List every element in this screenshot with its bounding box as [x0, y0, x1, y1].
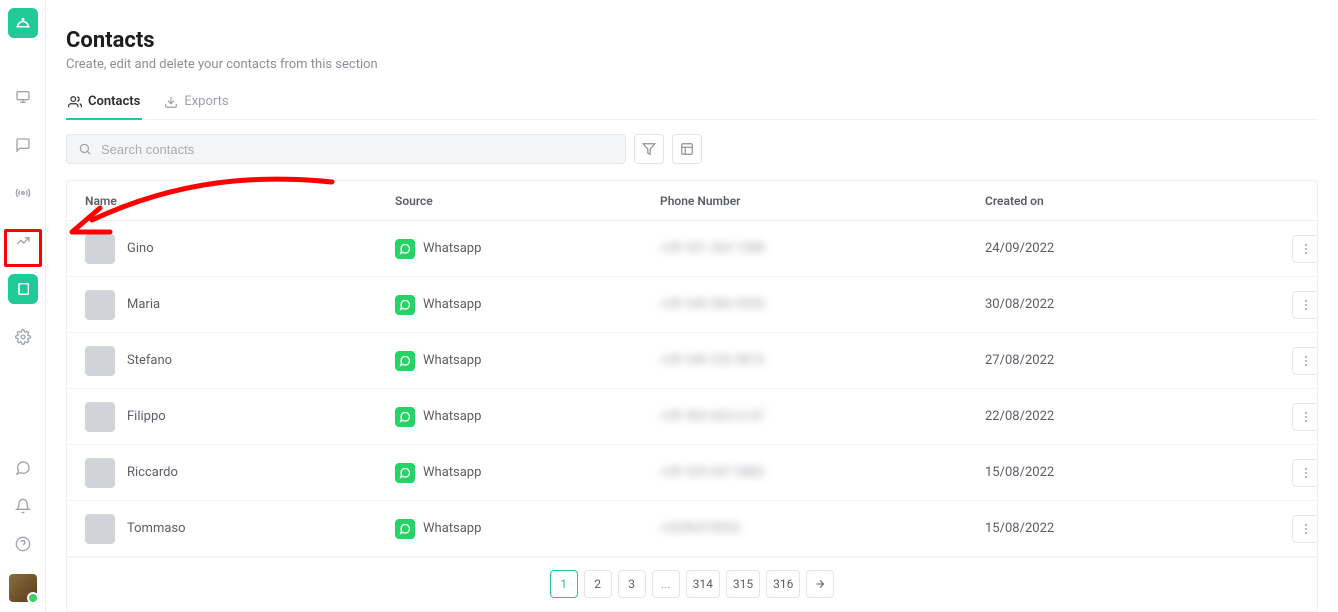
avatar	[85, 346, 115, 376]
table-row[interactable]: Gino Whatsapp +39 331 365 138824/09/2022	[67, 221, 1317, 277]
row-menu-button[interactable]	[1292, 515, 1317, 543]
gear-icon	[15, 329, 31, 345]
col-phone: Phone Number	[660, 194, 985, 208]
source-label: Whatsapp	[423, 465, 481, 480]
created-date: 24/09/2022	[985, 241, 1275, 256]
row-menu-button[interactable]	[1292, 459, 1317, 487]
page-2[interactable]: 2	[584, 570, 612, 598]
nav-notifications[interactable]	[15, 498, 31, 518]
contacts-table: Name Source Phone Number Created on Gino…	[66, 180, 1318, 612]
row-menu-button[interactable]	[1292, 291, 1317, 319]
page-3[interactable]: 3	[618, 570, 646, 598]
phone-number: +39 369 663 6147	[660, 409, 985, 424]
page-314[interactable]: 314	[686, 570, 720, 598]
avatar	[85, 290, 115, 320]
page-title: Contacts	[66, 28, 1318, 53]
source-label: Whatsapp	[423, 297, 481, 312]
contact-name: Riccardo	[127, 465, 178, 480]
search-icon	[78, 142, 92, 156]
nav-chat[interactable]	[8, 130, 38, 160]
created-date: 27/08/2022	[985, 353, 1275, 368]
phone-number: +39 345 586 9555	[660, 297, 985, 312]
nav-whatsapp[interactable]	[15, 460, 31, 480]
tab-exports[interactable]: Exports	[162, 88, 230, 119]
whatsapp-badge	[395, 519, 415, 539]
row-menu-button[interactable]	[1292, 235, 1317, 263]
col-created: Created on	[985, 194, 1275, 208]
contact-name: Maria	[127, 297, 160, 312]
col-name: Name	[85, 194, 395, 208]
table-row[interactable]: Tommaso Whatsapp +329697005215/08/2022	[67, 501, 1317, 557]
page-next[interactable]	[806, 570, 834, 598]
nav-monitor[interactable]	[8, 82, 38, 112]
created-date: 15/08/2022	[985, 465, 1275, 480]
nav-settings[interactable]	[8, 322, 38, 352]
phone-number: +39 331 365 1388	[660, 241, 985, 256]
row-menu-button[interactable]	[1292, 347, 1317, 375]
created-date: 15/08/2022	[985, 521, 1275, 536]
layout-icon	[680, 142, 694, 156]
page-1[interactable]: 1	[550, 570, 578, 598]
page-316[interactable]: 316	[766, 570, 800, 598]
help-icon	[15, 536, 31, 552]
page-315[interactable]: 315	[726, 570, 760, 598]
arrow-right-icon	[814, 578, 826, 590]
users-icon	[68, 95, 82, 109]
tab-contacts-label: Contacts	[88, 94, 140, 109]
trend-icon	[15, 233, 31, 249]
tab-exports-label: Exports	[184, 94, 228, 109]
avatar	[85, 234, 115, 264]
search-input[interactable]	[66, 134, 626, 164]
nav-broadcast[interactable]	[8, 178, 38, 208]
avatar	[85, 402, 115, 432]
user-avatar[interactable]	[9, 574, 37, 602]
avatar	[85, 514, 115, 544]
table-row[interactable]: Maria Whatsapp +39 345 586 955530/08/2022	[67, 277, 1317, 333]
created-date: 22/08/2022	[985, 409, 1275, 424]
chat-icon	[15, 137, 31, 153]
source-label: Whatsapp	[423, 521, 481, 536]
logo[interactable]	[8, 8, 38, 38]
whatsapp-icon	[15, 460, 31, 476]
avatar	[85, 458, 115, 488]
source-label: Whatsapp	[423, 241, 481, 256]
table-row[interactable]: Riccardo Whatsapp +39 329 697 088215/08/20…	[67, 445, 1317, 501]
book-icon	[15, 281, 31, 297]
page-subtitle: Create, edit and delete your contacts fr…	[66, 57, 1318, 72]
filter-icon	[642, 142, 656, 156]
whatsapp-badge	[395, 239, 415, 259]
contact-name: Gino	[127, 241, 154, 256]
phone-number: +39 349 232 9815	[660, 353, 985, 368]
contact-name: Tommaso	[127, 521, 186, 536]
row-menu-button[interactable]	[1292, 403, 1317, 431]
whatsapp-badge	[395, 463, 415, 483]
page-ellipsis: ...	[652, 570, 680, 598]
source-label: Whatsapp	[423, 353, 481, 368]
col-source: Source	[395, 194, 660, 208]
phone-number: +39 329 697 0882	[660, 465, 985, 480]
whatsapp-badge	[395, 295, 415, 315]
bell-icon	[15, 498, 31, 514]
broadcast-icon	[15, 185, 31, 201]
cloche-icon	[14, 14, 32, 32]
created-date: 30/08/2022	[985, 297, 1275, 312]
pagination: 123...314315316	[67, 557, 1317, 610]
tab-contacts[interactable]: Contacts	[66, 88, 142, 119]
nav-help[interactable]	[15, 536, 31, 556]
columns-button[interactable]	[672, 134, 702, 164]
phone-number: +3296970052	[660, 521, 985, 536]
contact-name: Filippo	[127, 409, 166, 424]
whatsapp-badge	[395, 351, 415, 371]
contact-name: Stefano	[127, 353, 172, 368]
source-label: Whatsapp	[423, 409, 481, 424]
filter-button[interactable]	[634, 134, 664, 164]
download-icon	[164, 95, 178, 109]
monitor-icon	[15, 89, 31, 105]
whatsapp-badge	[395, 407, 415, 427]
table-row[interactable]: Stefano Whatsapp +39 349 232 981527/08/202…	[67, 333, 1317, 389]
nav-trends[interactable]	[8, 226, 38, 256]
table-row[interactable]: Filippo Whatsapp +39 369 663 614722/08/202…	[67, 389, 1317, 445]
nav-contacts[interactable]	[8, 274, 38, 304]
